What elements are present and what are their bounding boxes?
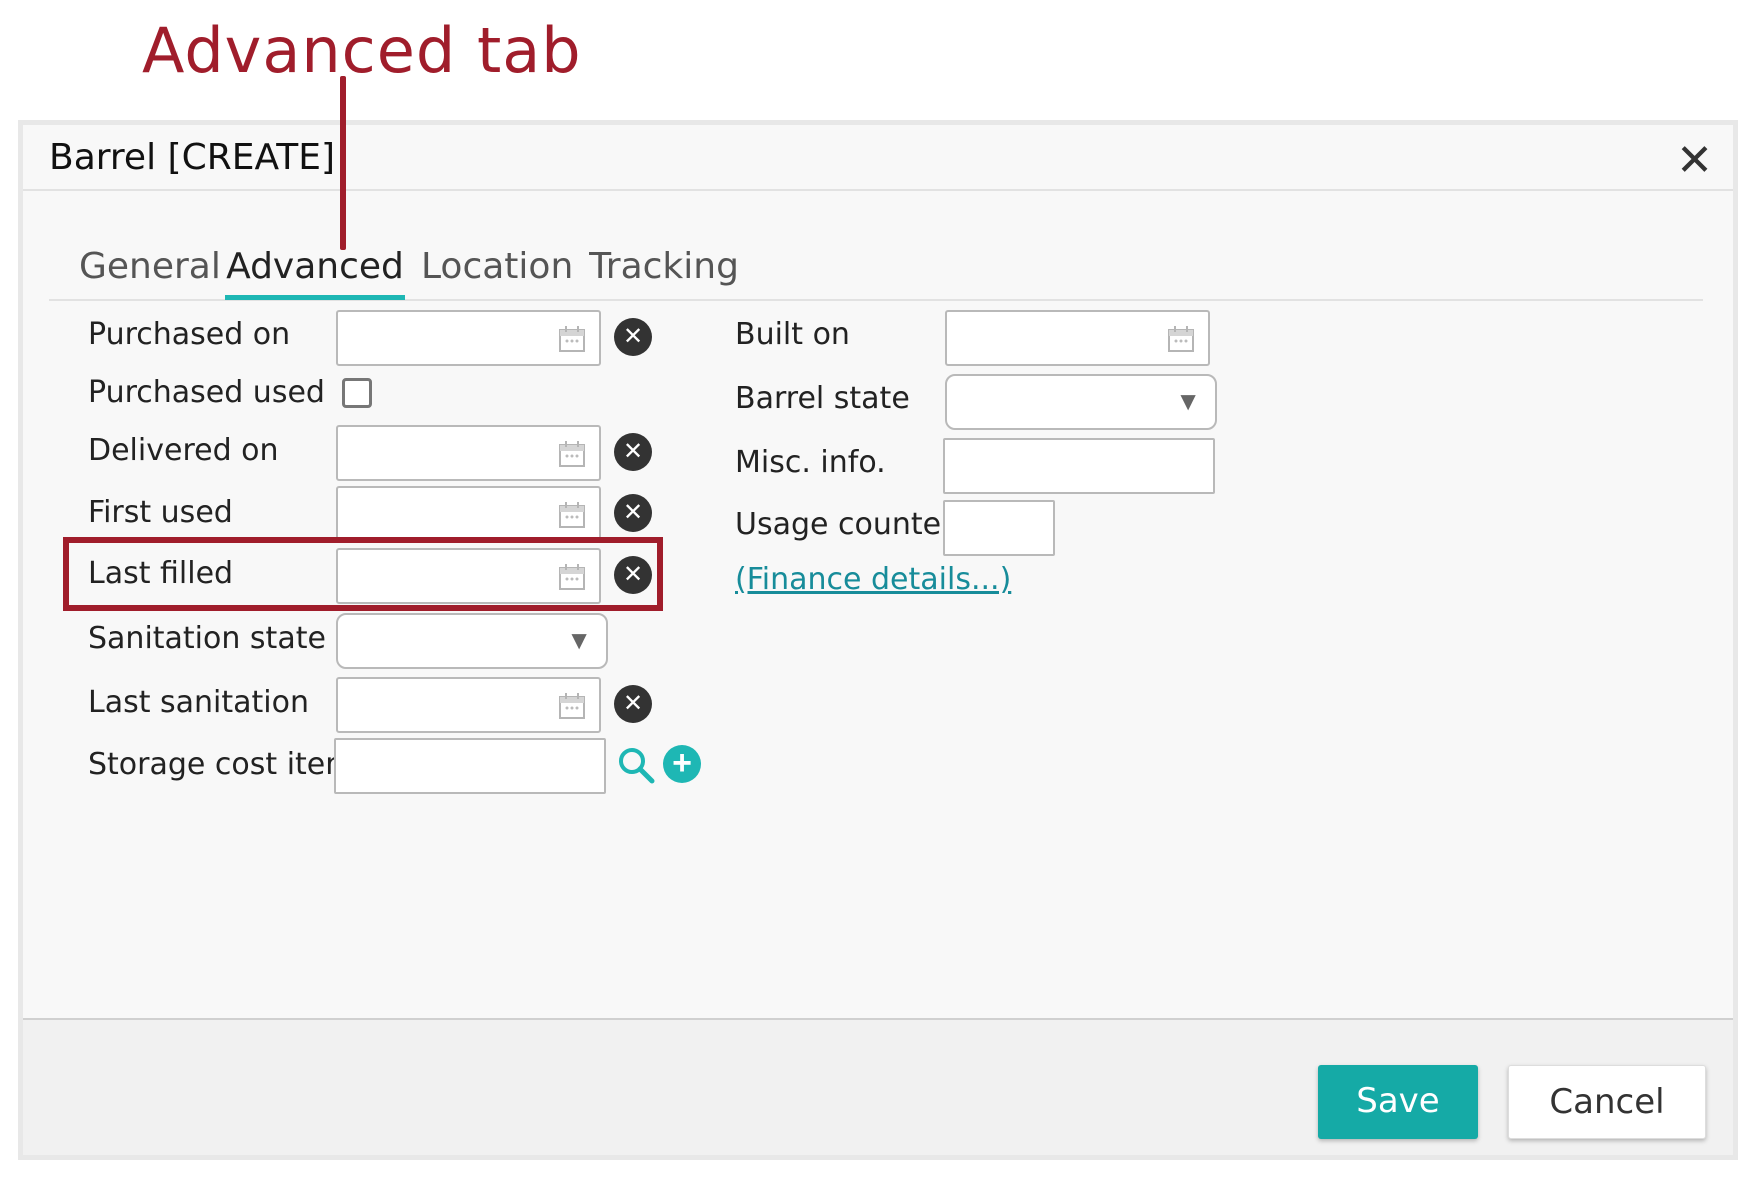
sanitation-state-select[interactable]: ▼ bbox=[336, 613, 608, 669]
tab-location[interactable]: Location bbox=[421, 243, 573, 295]
calendar-icon[interactable] bbox=[557, 439, 587, 469]
tab-tracking[interactable]: Tracking bbox=[589, 243, 739, 295]
search-icon[interactable] bbox=[616, 745, 656, 785]
last-sanitation-field[interactable] bbox=[336, 677, 601, 733]
storage-cost-item-field[interactable] bbox=[334, 738, 606, 794]
clear-icon[interactable]: ✕ bbox=[614, 318, 652, 356]
delivered-on-label: Delivered on bbox=[88, 433, 279, 468]
chevron-down-icon: ▼ bbox=[566, 625, 592, 655]
storage-cost-item-label: Storage cost item bbox=[88, 747, 355, 782]
tab-advanced[interactable]: Advanced bbox=[225, 243, 405, 300]
last-filled-highlight-box bbox=[63, 537, 663, 611]
dialog-title: Barrel [CREATE] bbox=[49, 137, 336, 178]
calendar-icon[interactable] bbox=[557, 324, 587, 354]
usage-counter-field[interactable] bbox=[943, 500, 1055, 556]
chevron-down-icon: ▼ bbox=[1175, 386, 1201, 416]
first-used-field[interactable] bbox=[336, 486, 601, 542]
save-button[interactable]: Save bbox=[1318, 1065, 1478, 1139]
purchased-on-label: Purchased on bbox=[88, 317, 291, 352]
barrel-state-select[interactable]: ▼ bbox=[945, 374, 1217, 430]
sanitation-state-label: Sanitation state bbox=[88, 621, 326, 656]
dialog-footer: Save Cancel bbox=[23, 1018, 1733, 1155]
misc-info-field[interactable] bbox=[943, 438, 1215, 494]
usage-counter-label: Usage counter bbox=[735, 507, 954, 542]
annotation-pointer-line bbox=[340, 76, 346, 250]
cancel-button[interactable]: Cancel bbox=[1508, 1065, 1706, 1139]
clear-icon[interactable]: ✕ bbox=[614, 685, 652, 723]
clear-icon[interactable]: ✕ bbox=[614, 494, 652, 532]
calendar-icon[interactable] bbox=[1166, 324, 1196, 354]
annotation-title: Advanced tab bbox=[142, 14, 582, 87]
purchased-on-field[interactable] bbox=[336, 310, 601, 366]
built-on-label: Built on bbox=[735, 317, 850, 352]
last-sanitation-label: Last sanitation bbox=[88, 685, 310, 720]
delivered-on-field[interactable] bbox=[336, 425, 601, 481]
first-used-label: First used bbox=[88, 495, 233, 530]
purchased-used-label: Purchased used bbox=[88, 375, 325, 410]
purchased-used-checkbox[interactable] bbox=[342, 378, 372, 408]
barrel-create-dialog: Barrel [CREATE] ✕ General Advanced Locat… bbox=[18, 120, 1738, 1160]
close-icon[interactable]: ✕ bbox=[1676, 139, 1713, 183]
calendar-icon[interactable] bbox=[557, 500, 587, 530]
dialog-header: Barrel [CREATE] ✕ bbox=[23, 125, 1733, 191]
built-on-field[interactable] bbox=[945, 310, 1210, 366]
plus-circle-icon[interactable]: + bbox=[663, 745, 701, 783]
calendar-icon[interactable] bbox=[557, 691, 587, 721]
tab-bar: General Advanced Location Tracking bbox=[49, 243, 1703, 301]
misc-info-label: Misc. info. bbox=[735, 445, 886, 480]
finance-details-link[interactable]: (Finance details...) bbox=[735, 562, 1011, 597]
tab-general[interactable]: General bbox=[79, 243, 221, 295]
clear-icon[interactable]: ✕ bbox=[614, 433, 652, 471]
barrel-state-label: Barrel state bbox=[735, 381, 910, 416]
